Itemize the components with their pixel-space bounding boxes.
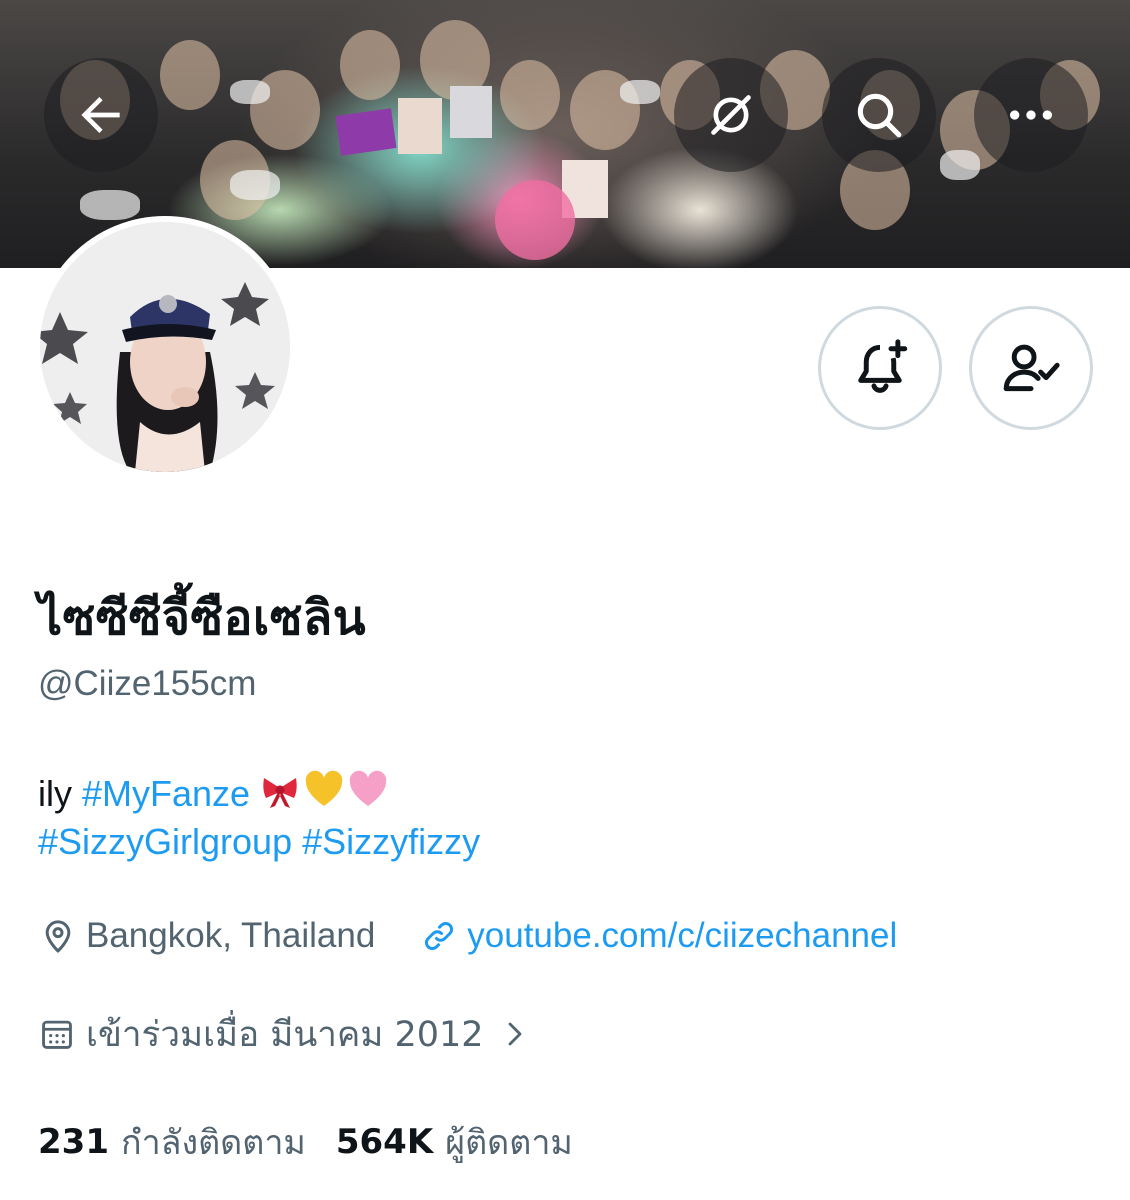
banner-pink-outfit xyxy=(495,180,575,260)
banner-photo-card xyxy=(398,98,442,154)
location-text: Bangkok, Thailand xyxy=(86,916,376,955)
search-button[interactable] xyxy=(822,58,936,172)
slash-circle-icon xyxy=(711,95,751,135)
profile-page: ไซซีซีจี้ซือเซลิน @Ciize155cm ily #MyFan… xyxy=(0,0,1130,1200)
followers-label: ผู้ติดตาม xyxy=(445,1123,573,1163)
display-name: ไซซีซีจี้ซือเซลิน xyxy=(38,590,367,646)
bio-line-2: #SizzyGirlgroup #Sizzyfizzy xyxy=(38,818,1098,866)
joined-date-row[interactable]: เข้าร่วมเมื่อ มีนาคม 2012 xyxy=(38,1010,530,1058)
back-button[interactable] xyxy=(44,58,158,172)
ribbon-icon xyxy=(263,778,297,808)
arrow-left-icon xyxy=(81,97,120,133)
bio-line-1: ily #MyFanze xyxy=(38,770,1098,818)
follow-stats: 231 กำลังติดตาม 564K ผู้ติดตาม xyxy=(38,1118,603,1166)
profile-avatar[interactable] xyxy=(34,216,296,478)
joined-text: เข้าร่วมเมื่อ มีนาคม 2012 xyxy=(86,1014,484,1055)
bio-text: ily xyxy=(38,773,72,814)
hashtag-sizzygirlgroup[interactable]: #SizzyGirlgroup xyxy=(38,821,292,862)
following-count: 231 xyxy=(38,1122,109,1162)
location-item: Bangkok, Thailand xyxy=(38,916,375,956)
following-stat[interactable]: 231 กำลังติดตาม xyxy=(38,1115,306,1169)
chevron-right-icon xyxy=(508,1022,521,1046)
following-button[interactable] xyxy=(969,306,1093,430)
more-dots-icon xyxy=(1010,110,1052,120)
followers-stat[interactable]: 564K ผู้ติดตาม xyxy=(336,1115,573,1169)
user-handle: @Ciize155cm xyxy=(38,664,257,703)
website-link[interactable]: youtube.com/c/ciizechannel xyxy=(467,916,897,956)
search-icon xyxy=(857,93,902,138)
avatar-image xyxy=(40,222,290,472)
notifications-button[interactable] xyxy=(818,306,942,430)
hashtag-myfanze[interactable]: #MyFanze xyxy=(82,773,250,814)
pink-heart-icon xyxy=(349,770,387,806)
followers-count: 564K xyxy=(335,1122,434,1162)
following-label: กำลังติดตาม xyxy=(120,1123,306,1163)
person-check-icon xyxy=(1003,344,1060,392)
bell-plus-icon xyxy=(858,339,908,393)
profile-bio: ily #MyFanze #SizzyGirlgroup #Sizzyfizzy xyxy=(38,770,1098,866)
grok-button[interactable] xyxy=(674,58,788,172)
banner-sign xyxy=(335,108,397,156)
yellow-heart-icon xyxy=(305,770,343,806)
website-item[interactable]: youtube.com/c/ciizechannel xyxy=(419,916,897,956)
hashtag-sizzyfizzy[interactable]: #Sizzyfizzy xyxy=(302,821,480,862)
banner-photo-card xyxy=(450,86,492,138)
link-icon xyxy=(425,922,454,950)
calendar-icon xyxy=(42,1020,72,1049)
more-button[interactable] xyxy=(974,58,1088,172)
location-pin-icon xyxy=(45,920,71,953)
profile-meta: Bangkok, Thailand youtube.com/c/ciizecha… xyxy=(38,912,941,960)
